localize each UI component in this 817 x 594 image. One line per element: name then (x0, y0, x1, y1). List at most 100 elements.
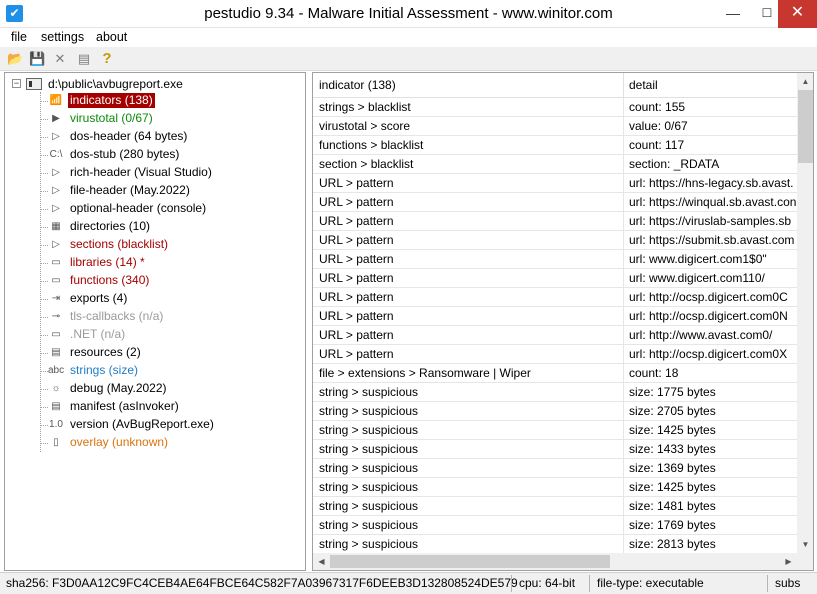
table-row[interactable]: functions > blacklist count: 117 (313, 136, 797, 155)
table-row[interactable]: string > suspicious size: 2813 bytes (313, 535, 797, 553)
cell-indicator: virustotal > score (319, 119, 411, 133)
table-row[interactable]: file > extensions > Ransomware | Wiper co… (313, 364, 797, 383)
table-row[interactable]: URL > pattern url: www.digicert.com110/ (313, 269, 797, 288)
tree-item[interactable]: ▭ .NET (n/a) (37, 326, 302, 344)
tree-item[interactable]: ▭ libraries (14) * (37, 254, 302, 272)
table-row[interactable]: URL > pattern url: https://submit.sb.avas… (313, 231, 797, 250)
tree-item[interactable]: ▦ directories (10) (37, 218, 302, 236)
list-body: strings > blacklist count: 155 virustotal … (313, 98, 797, 553)
table-row[interactable]: URL > pattern url: http://www.avast.com0/ (313, 326, 797, 345)
tree-item[interactable]: ▷ optional-header (console) (37, 200, 302, 218)
column-header-detail[interactable]: detail (629, 78, 658, 92)
list-icon[interactable]: ▤ (76, 51, 92, 67)
tree-item[interactable]: ▶ virustotal (0/67) (37, 110, 302, 128)
table-row[interactable]: string > suspicious size: 2705 bytes (313, 402, 797, 421)
table-row[interactable]: URL > pattern url: https://viruslab-sampl… (313, 212, 797, 231)
menu-about[interactable]: about (96, 30, 127, 44)
scroll-right-icon[interactable]: ▶ (780, 553, 797, 570)
cell-detail: url: https://winqual.sb.avast.con (629, 195, 797, 209)
cell-indicator: functions > blacklist (319, 138, 424, 152)
tree-item[interactable]: ▷ dos-header (64 bytes) (37, 128, 302, 146)
cell-detail: url: http://ocsp.digicert.com0C (629, 290, 788, 304)
vertical-scroll-thumb[interactable] (798, 90, 813, 163)
table-row[interactable]: section > blacklist section: _RDATA (313, 155, 797, 174)
table-row[interactable]: string > suspicious size: 1481 bytes (313, 497, 797, 516)
tree-item[interactable]: ▭ functions (340) (37, 272, 302, 290)
tree-item-icon: ▤ (51, 401, 61, 412)
horizontal-scrollbar[interactable]: ◀ ▶ (313, 553, 797, 570)
cell-indicator: strings > blacklist (319, 100, 411, 114)
cell-indicator: file > extensions > Ransomware | Wiper (319, 366, 531, 380)
collapse-icon[interactable]: − (12, 79, 21, 88)
cell-separator (623, 250, 624, 269)
tree-item[interactable]: ▷ sections (blacklist) (37, 236, 302, 254)
table-row[interactable]: string > suspicious size: 1425 bytes (313, 421, 797, 440)
table-row[interactable]: string > suspicious size: 1433 bytes (313, 440, 797, 459)
cell-separator (623, 98, 624, 117)
table-row[interactable]: URL > pattern url: http://ocsp.digicert.c… (313, 288, 797, 307)
save-icon[interactable]: 💾 (29, 51, 45, 67)
tree-item[interactable]: 📶 indicators (138) (37, 92, 302, 110)
scroll-up-icon[interactable]: ▲ (797, 73, 813, 90)
table-row[interactable]: string > suspicious size: 1769 bytes (313, 516, 797, 535)
tree-connector (40, 263, 48, 264)
table-row[interactable]: string > suspicious size: 1425 bytes (313, 478, 797, 497)
tree-item[interactable]: 1.0 version (AvBugReport.exe) (37, 416, 302, 434)
cell-separator (623, 155, 624, 174)
table-row[interactable]: strings > blacklist count: 155 (313, 98, 797, 117)
cell-separator (623, 383, 624, 402)
scroll-down-icon[interactable]: ▼ (797, 536, 813, 553)
tree-item[interactable]: abc strings (size) (37, 362, 302, 380)
tree-connector (40, 245, 48, 246)
tree-connector (40, 353, 48, 354)
table-row[interactable]: URL > pattern url: http://ocsp.digicert.c… (313, 307, 797, 326)
cell-detail: count: 155 (629, 100, 686, 114)
table-row[interactable]: string > suspicious size: 1775 bytes (313, 383, 797, 402)
tree-item[interactable]: C:\ dos-stub (280 bytes) (37, 146, 302, 164)
column-header-indicator[interactable]: indicator (138) (319, 78, 396, 92)
close-file-icon[interactable]: ✕ (52, 51, 68, 67)
table-row[interactable]: string > suspicious size: 1369 bytes (313, 459, 797, 478)
menu-settings[interactable]: settings (41, 30, 84, 44)
help-icon[interactable]: ? (99, 51, 115, 67)
tree-item[interactable]: ⊸ tls-callbacks (n/a) (37, 308, 302, 326)
table-row[interactable]: URL > pattern url: https://hns-legacy.sb.… (313, 174, 797, 193)
minimize-button[interactable]: — (716, 0, 750, 28)
menu-file[interactable]: file (11, 30, 27, 44)
tree-item[interactable]: ▷ file-header (May.2022) (37, 182, 302, 200)
title-bar[interactable]: ✔ pestudio 9.34 - Malware Initial Assess… (0, 0, 817, 28)
table-row[interactable]: URL > pattern url: www.digicert.com1$0" (313, 250, 797, 269)
tree-item-label: indicators (138) (68, 93, 155, 108)
close-window-button[interactable]: ✕ (778, 0, 817, 28)
scroll-left-icon[interactable]: ◀ (313, 553, 330, 570)
table-row[interactable]: URL > pattern url: https://winqual.sb.ava… (313, 193, 797, 212)
cell-indicator: URL > pattern (319, 233, 394, 247)
tree-item[interactable]: ☼ debug (May.2022) (37, 380, 302, 398)
tree-item-label: manifest (asInvoker) (70, 399, 179, 413)
table-row[interactable]: URL > pattern url: http://ocsp.digicert.c… (313, 345, 797, 364)
cell-indicator: URL > pattern (319, 309, 394, 323)
tree-item[interactable]: ▤ resources (2) (37, 344, 302, 362)
tree-item-label: .NET (n/a) (70, 327, 126, 341)
tree-item-icon: ▭ (51, 329, 61, 340)
cell-detail: size: 1775 bytes (629, 385, 716, 399)
tree-item-label: dos-header (64 bytes) (70, 129, 188, 143)
table-row[interactable]: virustotal > score value: 0/67 (313, 117, 797, 136)
tree-item[interactable]: ⇥ exports (4) (37, 290, 302, 308)
tree-item[interactable]: ▤ manifest (asInvoker) (37, 398, 302, 416)
cell-detail: url: https://hns-legacy.sb.avast. (629, 176, 794, 190)
tree-item-icon: ⊸ (51, 311, 61, 322)
tree-item-label: optional-header (console) (70, 201, 207, 215)
tree-item-label: directories (10) (70, 219, 151, 233)
tree-connector (40, 371, 48, 372)
vertical-scrollbar[interactable]: ▲ ▼ (797, 73, 813, 554)
column-divider[interactable] (623, 73, 624, 98)
open-folder-icon[interactable]: 📂 (7, 51, 23, 67)
cell-separator (623, 193, 624, 212)
tree-connector (40, 425, 48, 426)
horizontal-scroll-thumb[interactable] (330, 555, 610, 568)
cell-separator (623, 117, 624, 136)
tree-item[interactable]: ▷ rich-header (Visual Studio) (37, 164, 302, 182)
cell-detail: url: https://submit.sb.avast.com (629, 233, 795, 247)
tree-item[interactable]: ▯ overlay (unknown) (37, 434, 302, 452)
